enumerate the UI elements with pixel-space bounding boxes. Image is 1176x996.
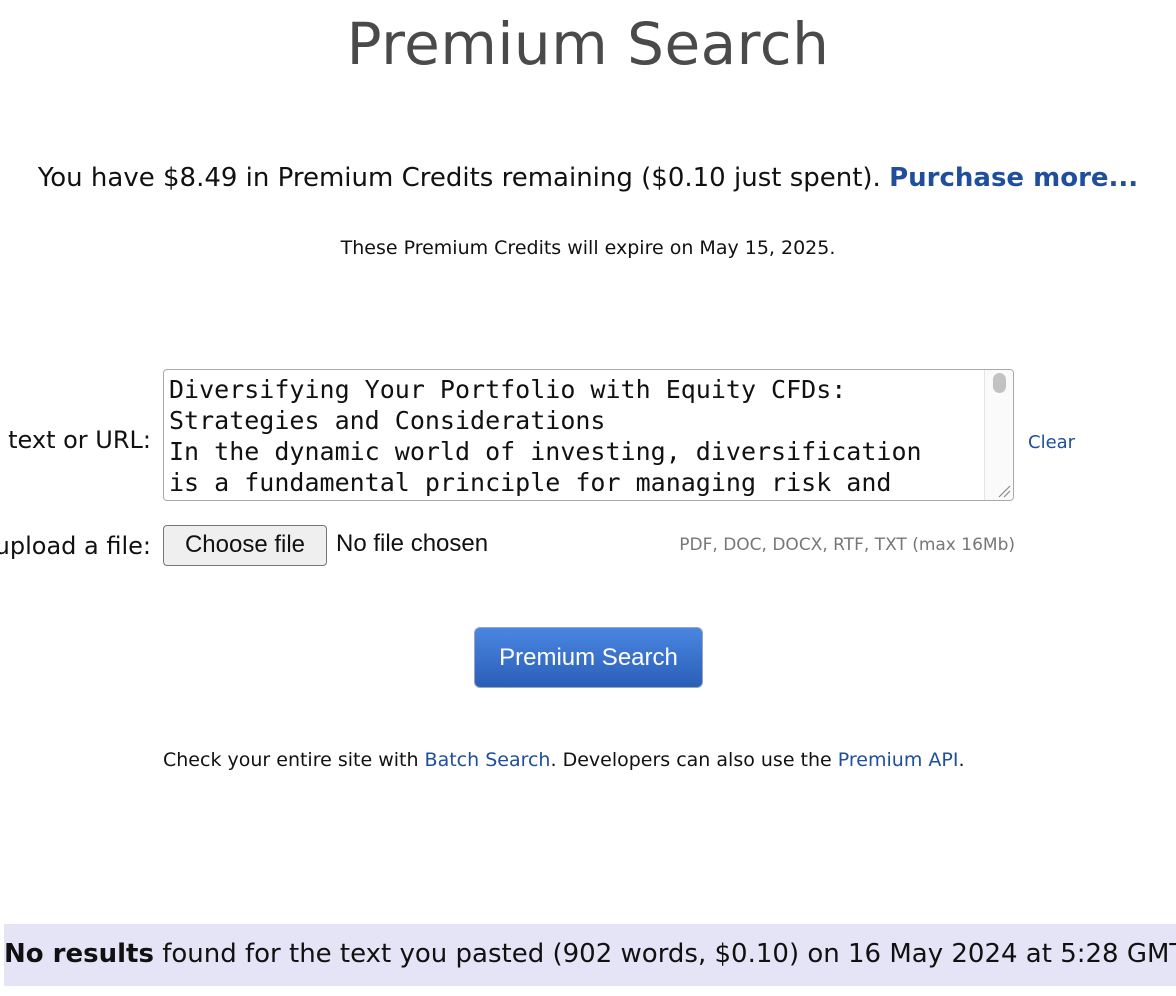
result-status: No results	[4, 939, 154, 969]
textarea-scrollbar[interactable]	[984, 370, 1013, 500]
credits-expiry: These Premium Credits will expire on May…	[340, 237, 836, 259]
batch-prefix: Check your entire site with	[163, 749, 425, 771]
resize-handle-icon[interactable]	[997, 484, 1011, 498]
premium-search-button[interactable]: Premium Search	[474, 627, 703, 688]
textarea-content[interactable]: Diversifying Your Portfolio with Equity …	[169, 374, 984, 498]
result-message: No results found for the text you pasted…	[4, 939, 1176, 969]
file-types-hint: PDF, DOC, DOCX, RTF, TXT (max 16Mb)	[679, 535, 1015, 555]
batch-info-line: Check your entire site with Batch Search…	[163, 749, 964, 771]
purchase-more-link[interactable]: Purchase more...	[889, 163, 1138, 193]
batch-middle: . Developers can also use the	[550, 749, 838, 771]
credits-text: You have $8.49 in Premium Credits remain…	[37, 163, 881, 193]
choose-file-button[interactable]: Choose file	[163, 525, 327, 566]
page-title: Premium Search	[346, 10, 830, 78]
clear-link[interactable]: Clear	[1028, 432, 1075, 453]
result-details: found for the text you pasted (902 words…	[153, 939, 1176, 969]
result-banner: No results found for the text you pasted…	[4, 924, 1176, 986]
premium-api-link[interactable]: Premium API	[838, 749, 959, 771]
text-input-area[interactable]: Diversifying Your Portfolio with Equity …	[163, 369, 1014, 501]
upload-file-label: upload a file:	[0, 532, 151, 560]
text-url-label: e text or URL:	[0, 426, 151, 454]
file-status: No file chosen	[336, 530, 489, 557]
scrollbar-thumb[interactable]	[993, 373, 1006, 393]
batch-suffix: .	[958, 749, 965, 771]
batch-search-link[interactable]: Batch Search	[425, 749, 551, 771]
credits-line: You have $8.49 in Premium Credits remain…	[0, 163, 1176, 193]
premium-search-page: Premium Search You have $8.49 in Premium…	[0, 0, 1176, 996]
